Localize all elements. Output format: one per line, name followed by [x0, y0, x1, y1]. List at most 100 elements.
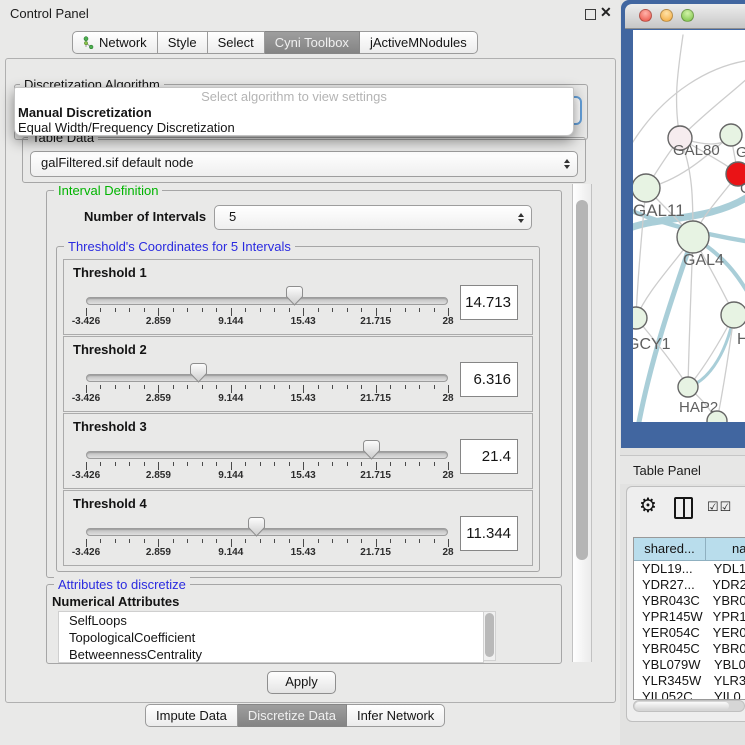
cell-name[interactable]: YBL0	[713, 657, 745, 673]
slider-tick-label: 15.43	[291, 547, 316, 558]
cell-shared-name[interactable]: YIL052C	[634, 689, 713, 700]
threshold-slider-track[interactable]	[86, 528, 448, 536]
apply-button[interactable]: Apply	[267, 671, 336, 694]
bottom-tab-impute-data[interactable]: Impute Data	[145, 704, 238, 727]
checkbox-icons[interactable]: ☑☑	[707, 499, 732, 515]
cell-name[interactable]: YDR2	[711, 577, 745, 593]
threshold-slider-thumb[interactable]	[248, 517, 265, 537]
threshold-value-field[interactable]: 6.316	[460, 362, 518, 397]
algorithm-dropdown-popup: Select algorithm to view settings Manual…	[14, 87, 574, 136]
slider-tick-label: 2.859	[146, 547, 171, 558]
node-label: GA	[736, 144, 745, 161]
close-icon[interactable]: ✕	[600, 4, 612, 21]
network-canvas[interactable]: GAL80GACGAL11GAL4GCY1HHAP2	[633, 30, 745, 422]
cell-name[interactable]: YDL1	[713, 561, 745, 577]
table-header-row[interactable]: shared... na	[634, 538, 745, 561]
algorithm-placeholder-option[interactable]: Select algorithm to view settings	[15, 89, 573, 105]
network-node-gal4[interactable]	[677, 221, 709, 253]
combo-arrows-icon	[564, 159, 570, 169]
table-row[interactable]: YDL19...YDL1	[634, 561, 745, 577]
attribute-item-betweennesscentrality[interactable]: BetweennessCentrality	[59, 646, 483, 663]
cell-shared-name[interactable]: YPR145W	[634, 609, 712, 625]
threshold-slider-track[interactable]	[86, 374, 448, 382]
tab-jactivemnodules[interactable]: jActiveMNodules	[360, 31, 478, 54]
number-of-intervals-combobox[interactable]: 5	[214, 205, 532, 230]
cell-shared-name[interactable]: YDL19...	[634, 561, 713, 577]
threshold-slider-thumb[interactable]	[286, 286, 303, 306]
network-node-hap2[interactable]	[678, 377, 698, 397]
threshold-slider-track[interactable]	[86, 297, 448, 305]
thresholds-group-title: Threshold's Coordinates for 5 Intervals	[64, 239, 295, 254]
threshold-value-field[interactable]: 21.4	[460, 439, 518, 474]
float-icon[interactable]	[585, 9, 596, 20]
network-node-h[interactable]	[721, 302, 745, 328]
threshold-panel-2: Threshold 2-3.4262.8599.14415.4321.71528…	[63, 336, 533, 412]
zoom-traffic-light[interactable]	[681, 9, 694, 22]
node-label: GAL11	[633, 201, 685, 220]
combo-arrows-icon	[518, 213, 524, 223]
close-traffic-light[interactable]	[639, 9, 652, 22]
node-label: H	[737, 331, 745, 348]
network-edge[interactable]	[677, 35, 683, 138]
tab-label: Cyni Toolbox	[275, 32, 349, 53]
table-panel-titlebar: Table Panel	[620, 455, 745, 484]
attribute-item-selfloops[interactable]: SelfLoops	[59, 612, 483, 629]
network-node-gal11[interactable]	[633, 174, 660, 202]
network-node-ga[interactable]	[720, 124, 742, 146]
numerical-attributes-list[interactable]: SelfLoopsTopologicalCoefficientBetweenne…	[58, 611, 484, 663]
cell-shared-name[interactable]: YLR345W	[634, 673, 713, 689]
algorithm-option-equal-width-frequency-discretization[interactable]: Equal Width/Frequency Discretization	[15, 120, 573, 135]
cell-name[interactable]: YBR0	[712, 593, 745, 609]
threshold-slider-thumb[interactable]	[190, 363, 207, 383]
table-row[interactable]: YIL052CYIL0	[634, 689, 745, 700]
panel-title: Control Panel	[10, 6, 89, 21]
table-panel-title: Table Panel	[633, 463, 701, 478]
bottom-tab-discretize-data[interactable]: Discretize Data	[238, 704, 347, 727]
number-of-intervals-label: Number of Intervals	[84, 209, 206, 224]
table-row[interactable]: YER054CYER0	[634, 625, 745, 641]
slider-tick-label: 21.715	[360, 470, 391, 481]
tab-network[interactable]: Network	[72, 31, 158, 54]
table-horizontal-scrollbar[interactable]	[633, 700, 745, 712]
threshold-slider-track[interactable]	[86, 451, 448, 459]
cell-shared-name[interactable]: YBR045C	[634, 641, 712, 657]
table-row[interactable]: YPR145WYPR1	[634, 609, 745, 625]
node-attribute-table[interactable]: shared... na YDL19...YDL1YDR27...YDR2YBR…	[633, 537, 745, 700]
threshold-slider-thumb[interactable]	[363, 440, 380, 460]
split-columns-icon[interactable]	[674, 497, 693, 519]
minimize-traffic-light[interactable]	[660, 9, 673, 22]
cell-name[interactable]: YPR1	[712, 609, 745, 625]
table-data-combobox[interactable]: galFiltered.sif default node	[30, 151, 578, 177]
cell-name[interactable]: YIL0	[713, 689, 741, 700]
threshold-value-field[interactable]: 14.713	[460, 285, 518, 320]
tab-select[interactable]: Select	[208, 31, 265, 54]
column-header-shared-name[interactable]: shared...	[634, 538, 706, 560]
tab-cyni-toolbox[interactable]: Cyni Toolbox	[265, 31, 360, 54]
table-row[interactable]: YDR27...YDR2	[634, 577, 745, 593]
cell-shared-name[interactable]: YDR27...	[634, 577, 711, 593]
tab-style[interactable]: Style	[158, 31, 208, 54]
slider-tick-label: 9.144	[218, 547, 243, 558]
panel-vertical-scrollbar[interactable]	[572, 184, 592, 662]
table-row[interactable]: YBR045CYBR0	[634, 641, 745, 657]
network-graph: GAL80GACGAL11GAL4GCY1HHAP2	[633, 30, 745, 422]
table-row[interactable]: YBL079WYBL0	[634, 657, 745, 673]
algorithm-option-manual-discretization[interactable]: Manual Discretization	[15, 105, 573, 120]
cell-shared-name[interactable]: YBR043C	[634, 593, 712, 609]
network-node-gcy1[interactable]	[633, 307, 647, 329]
cyni-bottom-tabs: Impute DataDiscretize DataInfer Network	[145, 704, 445, 727]
column-header-name[interactable]: na	[706, 538, 745, 560]
bottom-tab-infer-network[interactable]: Infer Network	[347, 704, 445, 727]
table-row[interactable]: YLR345WYLR3	[634, 673, 745, 689]
cell-name[interactable]: YER0	[712, 625, 745, 641]
cell-name[interactable]: YLR3	[713, 673, 745, 689]
attribute-item-topologicalcoefficient[interactable]: TopologicalCoefficient	[59, 629, 483, 646]
gear-icon[interactable]: ⚙	[639, 493, 657, 518]
table-row[interactable]: YBR043CYBR0	[634, 593, 745, 609]
cell-shared-name[interactable]: YER054C	[634, 625, 712, 641]
cell-shared-name[interactable]: YBL079W	[634, 657, 713, 673]
cell-name[interactable]: YBR0	[712, 641, 745, 657]
attributes-list-scrollbar[interactable]	[483, 611, 496, 661]
threshold-value-field[interactable]: 11.344	[460, 516, 518, 551]
network-window-titlebar[interactable]	[625, 4, 745, 29]
